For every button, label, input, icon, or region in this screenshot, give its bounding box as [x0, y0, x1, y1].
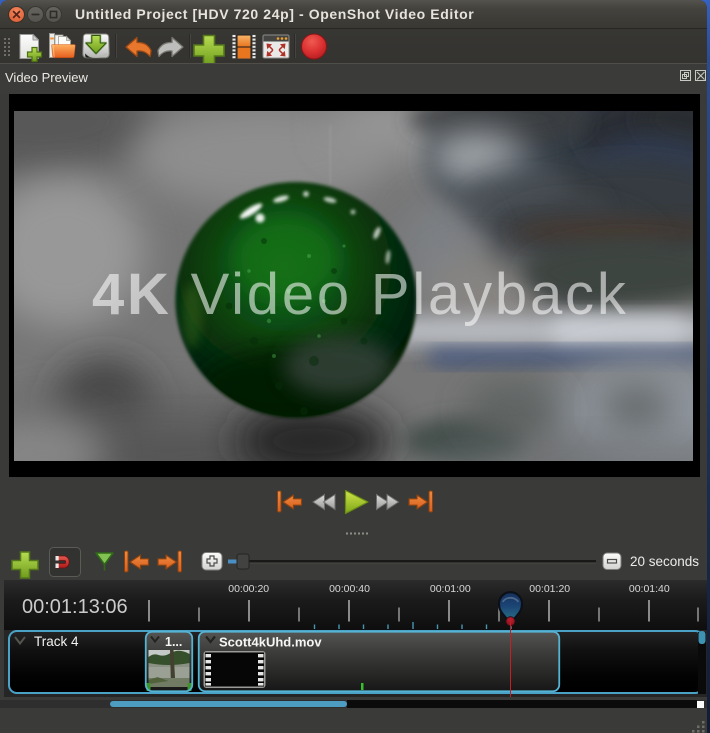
- svg-text:00:01:00: 00:01:00: [430, 583, 471, 595]
- svg-text:Track 4: Track 4: [34, 634, 79, 649]
- svg-text:00:00:20: 00:00:20: [228, 583, 269, 595]
- svg-text:Scott4kUhd.mov: Scott4kUhd.mov: [219, 635, 322, 650]
- svg-text:00:01:20: 00:01:20: [529, 583, 570, 595]
- svg-text:00:00:40: 00:00:40: [329, 583, 370, 595]
- svg-text:4K Video Playback: 4K Video Playback: [92, 262, 629, 327]
- svg-text:00:01:40: 00:01:40: [629, 583, 670, 595]
- svg-text:1...: 1...: [165, 635, 182, 649]
- svg-text:20 seconds: 20 seconds: [630, 554, 699, 569]
